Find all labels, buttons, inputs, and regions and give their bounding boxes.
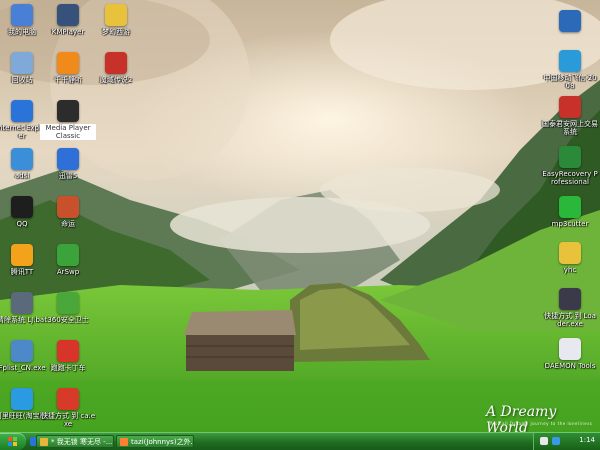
wallpaper-watermark-subtitle: A small Dreamy journey to the loneliness bbox=[490, 421, 593, 426]
media-player-classic-icon bbox=[57, 100, 79, 122]
tray-volume-icon[interactable] bbox=[540, 437, 548, 445]
tray-network-icon[interactable] bbox=[552, 437, 560, 445]
taskbar-window-button[interactable]: * 我无锁 寒无尽 -... bbox=[36, 435, 114, 448]
qq-penguin-icon bbox=[11, 196, 33, 218]
desktop-icon-securities-trading[interactable]: 国泰君安网上交易系统 bbox=[542, 96, 598, 136]
desktop-icon-fantasy-westward[interactable]: 梦幻西游 bbox=[88, 4, 144, 36]
kmplayer-icon bbox=[57, 4, 79, 26]
taskbar-window-title: tazi(Johnnys)之外... bbox=[131, 438, 194, 446]
desktop-icon-media-player-classic[interactable]: Media Player Classic bbox=[40, 100, 96, 140]
desktop-icon-label: 国泰君安网上交易系统 bbox=[542, 120, 598, 136]
desktop-icon-label: 魔域传说2 bbox=[99, 76, 133, 84]
desktop-icon-folder[interactable]: yhc bbox=[542, 242, 598, 274]
desktop-icon-label: 腾讯TT bbox=[10, 268, 34, 276]
securities-trading-icon bbox=[559, 96, 581, 118]
tencent-tt-browser-icon bbox=[11, 244, 33, 266]
desktop-icon-kartrider[interactable]: 跑跑卡丁车 bbox=[40, 340, 96, 372]
desktop-icon-label: ArSwp bbox=[56, 268, 80, 276]
desktop-icon-mp3cutter[interactable]: mp3cutter bbox=[542, 196, 598, 228]
recycle-bin-icon bbox=[11, 52, 33, 74]
folder-window-icon bbox=[40, 438, 48, 446]
desktop-icon-360-safeguard[interactable]: 360安全卫士 bbox=[40, 292, 96, 324]
desktop-icon-label: yhc bbox=[563, 266, 577, 274]
desktop-icon-label: Media Player Classic bbox=[40, 124, 96, 140]
desktop-icon-mu-legend[interactable]: 魔域传说2 bbox=[88, 52, 144, 84]
taskbar: * 我无锁 寒无尽 -... tazi(Johnnys)之外... 1:14 bbox=[0, 432, 600, 450]
desktop-icon-arswp[interactable]: ArSwp bbox=[40, 244, 96, 276]
system-tray: 1:14 bbox=[533, 433, 600, 450]
ie-window-icon bbox=[120, 438, 128, 446]
taskbar-window-title: * 我无锁 寒无尽 -... bbox=[51, 438, 113, 446]
desktop-icon-label: 命运 bbox=[61, 220, 75, 228]
kartrider-icon bbox=[57, 340, 79, 362]
taskbar-clock[interactable]: 1:14 bbox=[579, 436, 595, 444]
taskbar-window-button[interactable]: tazi(Johnnys)之外... bbox=[116, 435, 194, 448]
daemon-tools-icon bbox=[559, 338, 581, 360]
desktop[interactable]: 我的电脑 回收站 Internet Explorer adsl QQ 腾讯TT 清除系统 L… bbox=[0, 0, 600, 432]
desktop-icon-label: 迅雷5 bbox=[58, 172, 78, 180]
desktop-icon-label: adsl bbox=[14, 172, 30, 180]
360-safeguard-icon bbox=[57, 292, 79, 314]
windows-flag-icon bbox=[8, 437, 17, 446]
easyrecovery-icon bbox=[559, 146, 581, 168]
start-button[interactable] bbox=[0, 433, 26, 450]
arrow-shortcut-icon bbox=[559, 10, 581, 32]
desktop-icon-label: Fplist_CN.exe bbox=[0, 364, 46, 372]
internet-explorer-icon bbox=[11, 100, 33, 122]
desktop-icon-label: KMPlayer bbox=[51, 28, 85, 36]
desktop-icon-label: 跑跑卡丁车 bbox=[50, 364, 86, 372]
desktop-icon-loader-shortcut[interactable]: 快捷方式 到 Loader.exe bbox=[542, 288, 598, 328]
ttplayer-icon bbox=[57, 52, 79, 74]
desktop-icon-label: 中国移动飞信 2008 bbox=[543, 74, 597, 90]
batch-file-icon bbox=[11, 292, 33, 314]
loader-shortcut-icon bbox=[559, 288, 581, 310]
mp3cutter-icon bbox=[559, 196, 581, 218]
network-connection-icon bbox=[11, 148, 33, 170]
desktop-icon-label: 回收站 bbox=[11, 76, 33, 84]
desktop-icon-label: DAEMON Tools bbox=[544, 362, 596, 370]
desktop-icon-shortcut-ca[interactable]: 快捷方式 到 ca.exe bbox=[40, 388, 96, 428]
desktop-icon-daemon-tools[interactable]: DAEMON Tools bbox=[542, 338, 598, 370]
desktop-icon-thunder[interactable]: 迅雷5 bbox=[40, 148, 96, 180]
arswp-icon bbox=[57, 244, 79, 266]
desktop-icon-label: 千千静听 bbox=[54, 76, 82, 84]
desktop-icon-label: 快捷方式 到 ca.exe bbox=[40, 412, 96, 428]
wallpaper-watermark: A Dreamy World bbox=[486, 404, 557, 432]
fantasy-westward-icon bbox=[105, 4, 127, 26]
desktop-icon-label: 360安全卫士 bbox=[47, 316, 89, 324]
thunder-icon bbox=[57, 148, 79, 170]
program-window-icon bbox=[11, 340, 33, 362]
computer-icon bbox=[11, 4, 33, 26]
mu-legend-icon bbox=[105, 52, 127, 74]
folder-icon bbox=[559, 242, 581, 264]
desktop-icon-easyrecovery[interactable]: EasyRecovery Professional bbox=[542, 146, 598, 186]
game-shortcut-icon bbox=[57, 196, 79, 218]
desktop-icon-label: 快捷方式 到 Loader.exe bbox=[544, 312, 596, 328]
desktop-icon-label: mp3cutter bbox=[551, 220, 589, 228]
aliwangwang-icon bbox=[11, 388, 33, 410]
desktop-icon-label: 我的电脑 bbox=[8, 28, 36, 36]
desktop-icon-game-shortcut[interactable]: 命运 bbox=[40, 196, 96, 228]
desktop-icon-label: 梦幻西游 bbox=[102, 28, 130, 36]
desktop-icon-fetion[interactable]: 中国移动飞信 2008 bbox=[542, 50, 598, 90]
shortcut-ca-icon bbox=[57, 388, 79, 410]
desktop-icon-label: EasyRecovery Professional bbox=[542, 170, 598, 186]
fetion-icon bbox=[559, 50, 581, 72]
desktop-icon-arrow-shortcut[interactable] bbox=[542, 10, 598, 32]
desktop-icon-label: QQ bbox=[16, 220, 28, 228]
